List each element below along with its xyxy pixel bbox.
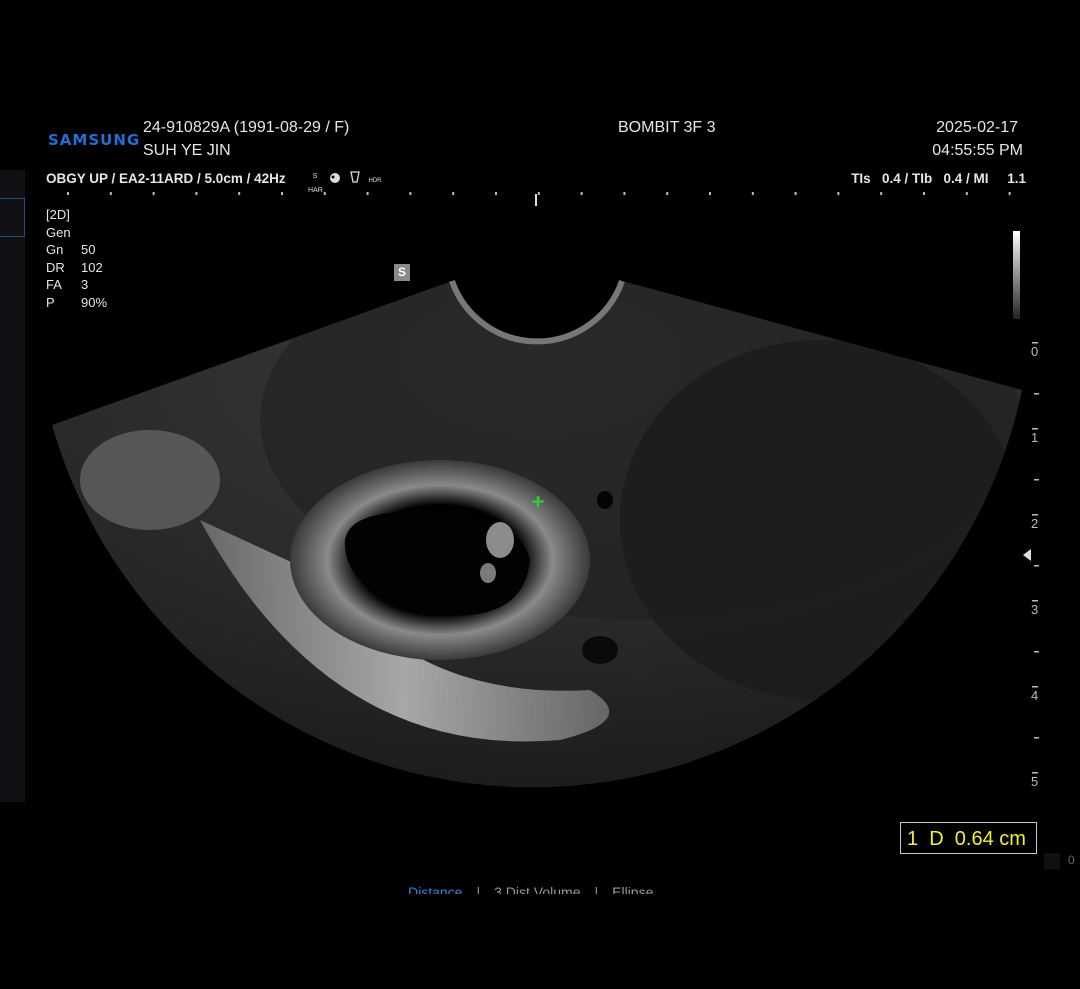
depth-tick [1032,772,1038,774]
depth-half-tick [1034,393,1039,395]
focus-marker-icon[interactable] [1023,549,1031,561]
depth-label: 4 [1031,688,1038,703]
corner-box [1044,853,1060,869]
depth-tick [1032,686,1038,688]
depth-half-tick [1034,565,1039,567]
measure-tab-bar: Distance | 3 Dist Volume | Ellipse [408,884,653,894]
depth-label: 1 [1031,430,1038,445]
depth-tick [1032,428,1038,430]
grayscale-bar [1013,231,1020,319]
depth-half-tick [1034,651,1039,653]
depth-tick [1032,600,1038,602]
depth-half-tick [1034,479,1039,481]
yolk-structure [480,563,496,583]
embryo [486,522,514,558]
corner-value: 0 [1068,853,1075,867]
tab-ellipse[interactable]: Ellipse [612,884,653,894]
tab-separator: | [594,884,599,894]
depth-half-tick [1034,737,1039,739]
orientation-marker: S [394,264,410,281]
depth-tick [1032,342,1038,344]
tab-separator: | [476,884,481,894]
depth-tick [1032,514,1038,516]
depth-scale: 0 1 2 3 4 5 [1023,342,1039,789]
tab-distance[interactable]: Distance [408,884,462,894]
depth-label: 0 [1031,344,1038,359]
tab-3-dist-volume[interactable]: 3 Dist Volume [494,884,580,894]
depth-label: 3 [1031,602,1038,617]
depth-label: 5 [1031,774,1038,789]
measurement-result: 1 D 0.64 cm [900,822,1037,854]
depth-label: 2 [1031,516,1038,531]
